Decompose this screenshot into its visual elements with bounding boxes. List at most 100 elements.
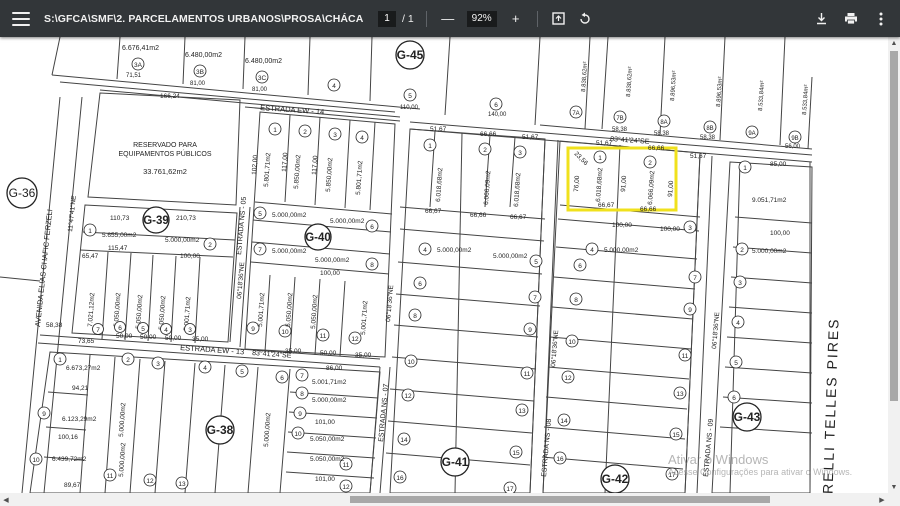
svg-text:7: 7 <box>533 295 537 302</box>
svg-text:11: 11 <box>107 473 114 480</box>
sector-g42: G-42 <box>602 472 629 486</box>
rotate-icon[interactable] <box>576 10 594 28</box>
svg-text:8: 8 <box>300 391 304 398</box>
svg-text:86,00: 86,00 <box>326 365 343 372</box>
svg-text:66,66: 66,66 <box>470 212 487 219</box>
svg-text:66,66: 66,66 <box>648 145 665 152</box>
svg-text:210,73: 210,73 <box>176 215 196 222</box>
svg-text:166,24: 166,24 <box>160 93 180 100</box>
more-icon[interactable] <box>872 10 890 28</box>
svg-text:4: 4 <box>736 320 740 327</box>
svg-text:3: 3 <box>156 361 160 368</box>
horizontal-scrollbar[interactable]: ◀ ▶ <box>0 493 900 506</box>
svg-text:9B: 9B <box>791 136 798 142</box>
svg-text:6.018,68m2: 6.018,68m2 <box>595 167 604 202</box>
svg-text:58,38: 58,38 <box>654 131 670 137</box>
watermark-line2: Acesse Configurações para ativar o Windo… <box>668 467 853 477</box>
svg-text:3: 3 <box>688 225 692 232</box>
svg-text:7: 7 <box>96 327 100 334</box>
pdf-toolbar: S:\GFCA\SMF\2. PARCELAMENTOS URBANOS\PRO… <box>0 0 900 37</box>
svg-text:51,67: 51,67 <box>596 140 613 147</box>
svg-text:71,51: 71,51 <box>126 73 142 79</box>
svg-text:13: 13 <box>178 481 186 488</box>
fit-page-icon[interactable] <box>550 10 568 28</box>
svg-text:6: 6 <box>280 375 284 382</box>
svg-text:11: 11 <box>320 333 327 340</box>
svg-text:8: 8 <box>413 313 417 320</box>
reserved-line1: RESERVADO PARA <box>133 142 197 149</box>
svg-text:14: 14 <box>400 437 408 444</box>
svg-text:11: 11 <box>343 462 350 469</box>
svg-text:7: 7 <box>693 275 697 282</box>
scroll-left-icon[interactable]: ◀ <box>0 493 12 506</box>
svg-text:5.000,00m2: 5.000,00m2 <box>118 402 127 437</box>
pdf-page[interactable]: G-45 G-36 G-39 G-40 G-38 G-41 G-42 G-43 … <box>0 37 888 493</box>
svg-text:115,47: 115,47 <box>108 245 128 252</box>
bearing-av-elias: 11°47'41"NE <box>66 195 78 233</box>
page-number-input[interactable]: 1 <box>378 10 396 27</box>
street-ns08: ESTRADA NS - 08 <box>541 418 553 477</box>
scroll-right-icon[interactable]: ▶ <box>876 493 888 506</box>
vertical-scrollbar[interactable]: ▲ ▼ <box>888 37 900 493</box>
windows-activation-watermark: Ativar o Windows Acesse Configurações pa… <box>668 452 852 477</box>
page-indicator: 1 / 1 <box>378 10 414 27</box>
svg-text:117,00: 117,00 <box>311 155 319 175</box>
svg-text:5.000,00m2: 5.000,00m2 <box>263 412 272 447</box>
scroll-down-icon[interactable]: ▼ <box>888 481 900 493</box>
sector-g38: G-38 <box>207 423 234 437</box>
svg-text:100,00: 100,00 <box>180 253 200 260</box>
svg-text:3B: 3B <box>196 69 204 76</box>
svg-text:6.439,72m2: 6.439,72m2 <box>52 456 87 463</box>
page-total: / 1 <box>402 12 414 25</box>
svg-text:8.896,53m²: 8.896,53m² <box>670 70 678 101</box>
svg-text:5.000,00m2: 5.000,00m2 <box>330 218 365 225</box>
vertical-scroll-thumb[interactable] <box>890 51 898 401</box>
zoom-level-input[interactable]: 92% <box>466 10 497 27</box>
sector-g40: G-40 <box>305 232 331 244</box>
svg-text:5.000,00m2: 5.000,00m2 <box>437 247 472 254</box>
svg-text:81,00: 81,00 <box>190 81 206 87</box>
menu-icon[interactable] <box>12 11 30 26</box>
svg-text:6.480,00m2: 6.480,00m2 <box>245 58 282 65</box>
svg-text:9: 9 <box>42 411 46 418</box>
svg-text:9: 9 <box>298 411 302 418</box>
svg-text:6.676,41m2: 6.676,41m2 <box>122 45 159 52</box>
svg-text:13: 13 <box>518 408 526 415</box>
svg-text:50,00: 50,00 <box>140 334 157 341</box>
svg-text:58,38: 58,38 <box>46 322 63 329</box>
svg-text:23,56: 23,56 <box>573 150 590 167</box>
svg-text:7: 7 <box>300 373 304 380</box>
svg-text:6.066,09m2: 6.066,09m2 <box>483 170 492 205</box>
svg-text:100,00: 100,00 <box>660 226 680 233</box>
svg-text:102,00: 102,00 <box>251 154 259 175</box>
download-icon[interactable] <box>812 10 830 28</box>
svg-text:6.673,27m2: 6.673,27m2 <box>66 365 101 372</box>
street-ns07: ESTRADA NS - 07 <box>378 383 390 442</box>
scroll-up-icon[interactable]: ▲ <box>888 37 900 49</box>
horizontal-scroll-thumb[interactable] <box>350 496 770 503</box>
zoom-out-icon[interactable]: — <box>439 10 457 28</box>
svg-text:110,73: 110,73 <box>110 215 130 222</box>
svg-text:5: 5 <box>141 326 145 333</box>
svg-text:5.000,00m2: 5.000,00m2 <box>493 253 528 260</box>
svg-text:4: 4 <box>360 135 364 142</box>
svg-text:1: 1 <box>743 165 747 172</box>
watermark-line1: Ativar o Windows <box>668 452 769 467</box>
svg-text:11: 11 <box>524 371 531 378</box>
svg-text:7: 7 <box>258 247 262 254</box>
svg-text:7A: 7A <box>572 111 579 117</box>
svg-text:15: 15 <box>512 450 520 457</box>
svg-text:50,00: 50,00 <box>320 350 337 357</box>
svg-text:5.000,00m2: 5.000,00m2 <box>312 397 347 404</box>
svg-text:56,00: 56,00 <box>785 144 801 150</box>
print-icon[interactable] <box>842 10 860 28</box>
svg-text:110,00: 110,00 <box>400 105 419 111</box>
svg-text:1: 1 <box>58 357 62 364</box>
svg-text:7B: 7B <box>616 116 623 122</box>
zoom-in-icon[interactable]: + <box>507 10 525 28</box>
svg-text:5: 5 <box>408 93 412 100</box>
svg-text:2: 2 <box>740 247 744 254</box>
svg-text:10: 10 <box>568 339 576 346</box>
svg-text:117,00: 117,00 <box>281 152 289 172</box>
svg-text:5.000,00m2: 5.000,00m2 <box>165 237 200 244</box>
